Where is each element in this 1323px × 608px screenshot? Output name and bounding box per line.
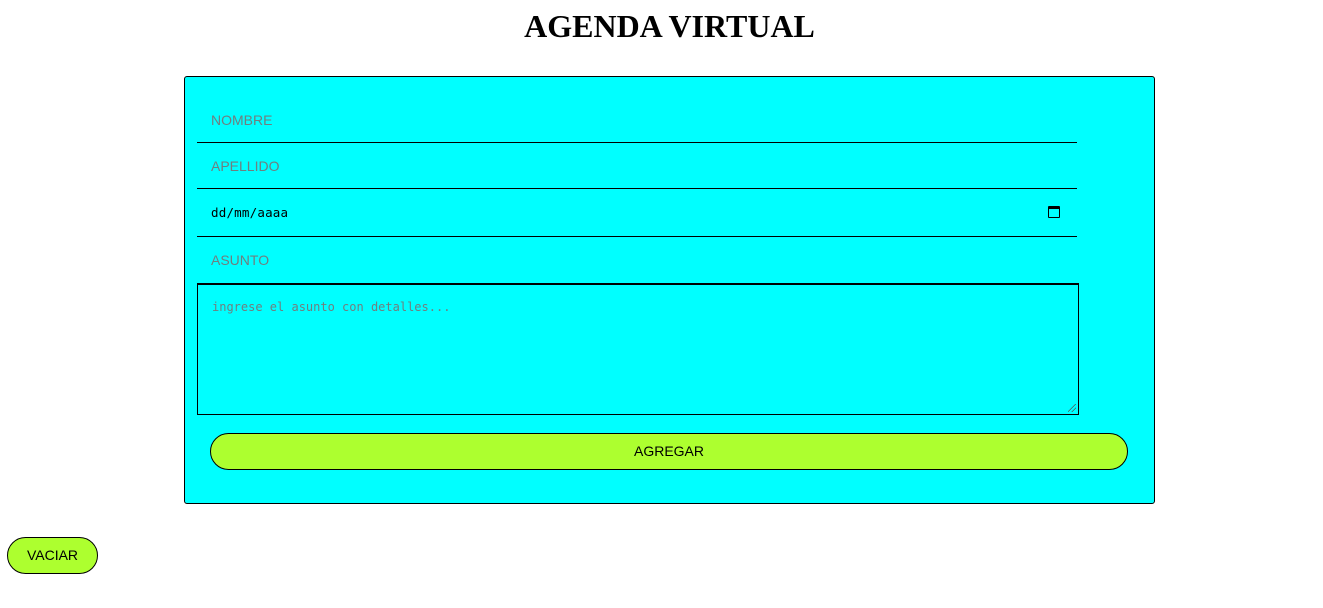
agregar-button[interactable]: AGREGAR	[210, 433, 1128, 470]
asunto-placeholder: ASUNTO	[211, 252, 270, 268]
calendar-icon[interactable]	[1048, 206, 1060, 218]
fecha-placeholder: dd/mm/aaaa	[211, 205, 289, 220]
fecha-input[interactable]: dd/mm/aaaa	[197, 189, 1077, 237]
nombre-input[interactable]: NOMBRE	[197, 97, 1077, 143]
resize-handle-icon[interactable]	[1068, 404, 1076, 412]
vaciar-button[interactable]: VACIAR	[7, 537, 98, 574]
apellido-input[interactable]: APELLIDO	[197, 143, 1077, 189]
agenda-form: NOMBRE APELLIDO dd/mm/aaaa ASUNTO ingres…	[184, 76, 1155, 504]
detalle-placeholder: ingrese el asunto con detalles...	[212, 300, 451, 314]
asunto-input[interactable]: ASUNTO	[197, 237, 1077, 283]
detalle-textarea[interactable]: ingrese el asunto con detalles...	[197, 283, 1079, 415]
nombre-placeholder: NOMBRE	[211, 112, 273, 128]
page-title: AGENDA VIRTUAL	[524, 8, 815, 44]
apellido-placeholder: APELLIDO	[211, 158, 280, 174]
